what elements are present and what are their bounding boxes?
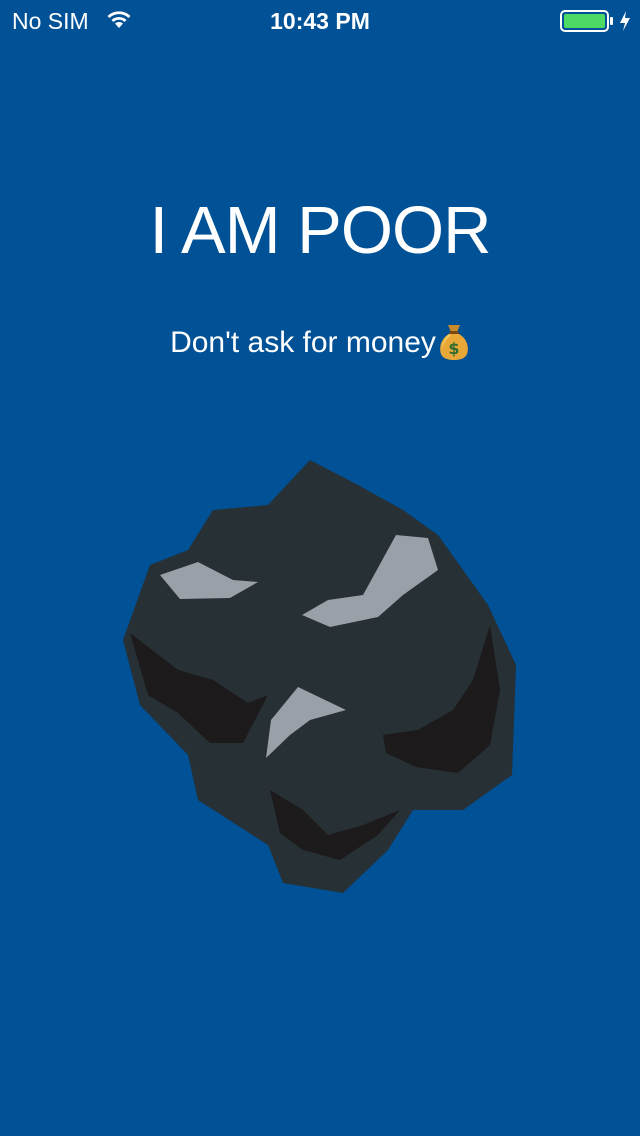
subtitle: Don't ask for money $ (0, 325, 640, 361)
page-title: I AM POOR (149, 193, 492, 268)
charging-bolt-icon (620, 11, 630, 31)
screen: No SIM 10:43 PM I AM POOR Don't ask for … (0, 0, 640, 1136)
battery-icon (560, 10, 613, 32)
subtitle-text: Don't ask for money (170, 326, 436, 359)
coal-illustration (123, 460, 516, 893)
status-time: 10:43 PM (270, 8, 370, 34)
money-bag-icon: $ (440, 325, 468, 361)
status-bar: No SIM 10:43 PM (0, 0, 640, 40)
svg-text:$: $ (448, 339, 459, 358)
